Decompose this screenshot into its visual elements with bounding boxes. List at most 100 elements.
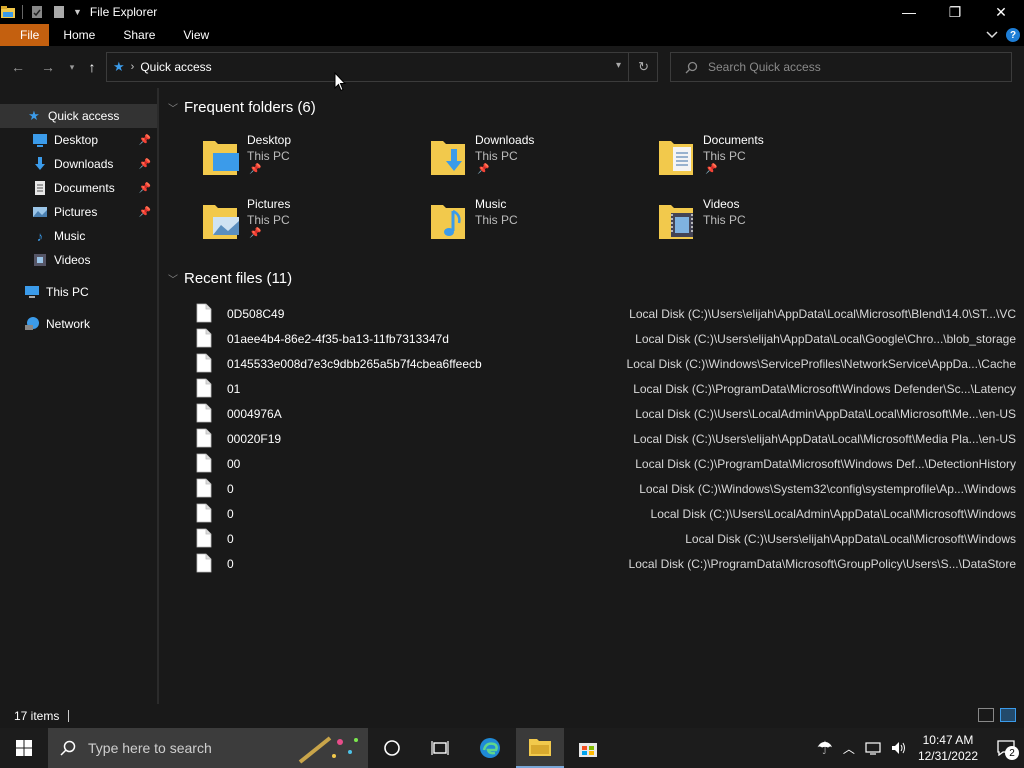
pin-icon: 📌: [249, 228, 262, 239]
desktop-icon: [33, 134, 47, 147]
collapse-chevron-icon[interactable]: ﹀: [168, 100, 178, 115]
videos-folder-icon: [659, 205, 693, 239]
sidebar-item-pictures[interactable]: Pictures 📌: [0, 200, 157, 224]
forward-arrow-icon[interactable]: →: [40, 59, 56, 75]
file-path: Local Disk (C:)\Users\elijah\AppData\Loc…: [685, 532, 1016, 546]
file-path: Local Disk (C:)\Users\elijah\AppData\Loc…: [635, 332, 1016, 346]
microsoft-store-button[interactable]: [564, 728, 612, 768]
picture-icon: [33, 207, 47, 217]
recent-file-row[interactable]: 0 Local Disk (C:)\Windows\System32\config…: [196, 476, 1016, 501]
weather-rain-icon[interactable]: ☂: [817, 738, 833, 759]
volume-icon[interactable]: [891, 741, 907, 755]
file-icon: [196, 428, 212, 448]
network-wired-icon[interactable]: [865, 741, 881, 755]
recent-file-row[interactable]: 0 Local Disk (C:)\Users\LocalAdmin\AppDat…: [196, 501, 1016, 526]
edge-browser-button[interactable]: [466, 728, 514, 768]
folder-tile-music[interactable]: Music This PC: [429, 197, 649, 247]
pin-icon[interactable]: 📌: [139, 159, 151, 170]
tab-file[interactable]: File: [0, 24, 50, 46]
large-icons-view-icon[interactable]: [1000, 708, 1016, 722]
expand-ribbon-icon[interactable]: [986, 31, 998, 39]
folder-tile-documents[interactable]: Documents This PC 📌: [657, 133, 877, 183]
recent-file-row[interactable]: 0145533e008d7e3c9dbb265a5b7f4cbea6ffeecb…: [196, 351, 1016, 376]
recent-files-header[interactable]: ﹀ Recent files (11): [168, 270, 292, 287]
sidebar-item-downloads[interactable]: Downloads 📌: [0, 152, 157, 176]
minimize-button[interactable]: —: [886, 0, 932, 24]
properties-icon[interactable]: [29, 4, 45, 20]
sidebar-item-label: Desktop: [54, 133, 99, 147]
folder-location: This PC: [475, 213, 518, 227]
task-view-button[interactable]: [416, 728, 464, 768]
sidebar-item-quick-access[interactable]: ★ Quick access: [0, 104, 157, 128]
recent-file-row[interactable]: 01aee4b4-86e2-4f35-ba13-11fb7313347d Loca…: [196, 326, 1016, 351]
close-button[interactable]: ✕: [978, 0, 1024, 24]
restore-button[interactable]: ❐: [932, 0, 978, 24]
sidebar-item-documents[interactable]: Documents 📌: [0, 176, 157, 200]
address-bar[interactable]: ★ › Quick access ▾ ↻: [106, 52, 658, 82]
taskbar-search-box[interactable]: Type here to search: [48, 728, 368, 768]
folder-tile-videos[interactable]: Videos This PC: [657, 197, 877, 247]
recent-file-row[interactable]: 0 Local Disk (C:)\ProgramData\Microsoft\G…: [196, 551, 1016, 576]
tab-share[interactable]: Share: [109, 24, 169, 46]
pin-icon[interactable]: 📌: [139, 207, 151, 218]
file-name: 00: [227, 457, 241, 471]
task-view-icon: [431, 741, 449, 755]
group-header-label: Recent files (11): [184, 270, 293, 287]
breadcrumb-chevron-icon[interactable]: ›: [131, 61, 135, 73]
toolbar-separator: [22, 5, 23, 19]
file-explorer-taskbar-button[interactable]: [516, 728, 564, 768]
address-path[interactable]: Quick access: [140, 60, 211, 74]
folder-tile-pictures[interactable]: Pictures This PC 📌: [201, 197, 421, 247]
recent-file-row[interactable]: 0D508C49 Local Disk (C:)\Users\elijah\App…: [196, 301, 1016, 326]
details-view-icon[interactable]: [978, 708, 994, 722]
pane-splitter[interactable]: [157, 88, 159, 704]
back-arrow-icon[interactable]: ←: [10, 59, 26, 75]
sidebar-item-desktop[interactable]: Desktop 📌: [0, 128, 157, 152]
recent-file-row[interactable]: 0 Local Disk (C:)\Users\elijah\AppData\Lo…: [196, 526, 1016, 551]
tab-view[interactable]: View: [169, 24, 223, 46]
notification-count-badge: 2: [1005, 746, 1019, 760]
item-count: 17 items: [14, 709, 60, 723]
pin-icon[interactable]: 📌: [139, 183, 151, 194]
frequent-folders-header[interactable]: ﹀ Frequent folders (6): [168, 99, 316, 116]
recent-file-row[interactable]: 01 Local Disk (C:)\ProgramData\Microsoft\…: [196, 376, 1016, 401]
address-dropdown-icon[interactable]: ▾: [616, 60, 621, 71]
recent-file-row[interactable]: 00020F19 Local Disk (C:)\Users\elijah\App…: [196, 426, 1016, 451]
file-explorer-icon[interactable]: [0, 4, 16, 20]
folder-tile-downloads[interactable]: Downloads This PC 📌: [429, 133, 649, 183]
sidebar-item-network[interactable]: Network: [0, 312, 157, 336]
file-path: Local Disk (C:)\Users\elijah\AppData\Loc…: [633, 432, 1016, 446]
network-icon: [25, 317, 39, 330]
search-box[interactable]: [670, 52, 1012, 82]
recent-file-row[interactable]: 0004976A Local Disk (C:)\Users\LocalAdmin…: [196, 401, 1016, 426]
recent-file-row[interactable]: 00 Local Disk (C:)\ProgramData\Microsoft\…: [196, 451, 1016, 476]
collapse-chevron-icon[interactable]: ﹀: [168, 271, 178, 286]
folder-tile-desktop[interactable]: Desktop This PC 📌: [201, 133, 421, 183]
tab-home[interactable]: Home: [49, 24, 109, 46]
store-icon: [579, 743, 597, 757]
search-icon: [685, 61, 698, 73]
up-arrow-icon[interactable]: ↑: [84, 59, 100, 75]
taskbar: Type here to search ☂ ︿ 10:47 AM 12/31/2…: [0, 728, 1024, 768]
sidebar-item-music[interactable]: ♪ Music: [0, 224, 157, 248]
window-controls: — ❐ ✕: [886, 0, 1024, 24]
sidebar-item-videos[interactable]: Videos: [0, 248, 157, 272]
file-name: 01aee4b4-86e2-4f35-ba13-11fb7313347d: [227, 332, 449, 346]
sidebar-item-label: Quick access: [48, 109, 120, 123]
help-icon[interactable]: ?: [1006, 28, 1020, 42]
folder-name: Videos: [703, 197, 740, 211]
view-switcher: [978, 708, 1016, 722]
recent-locations-icon[interactable]: ▾: [64, 59, 80, 75]
customize-toolbar-dropdown-icon[interactable]: ▼: [73, 7, 82, 17]
system-tray: ☂ ︿ 10:47 AM 12/31/2022 2: [812, 728, 1024, 768]
search-input[interactable]: [708, 60, 988, 74]
pin-icon[interactable]: 📌: [139, 135, 151, 146]
new-folder-icon[interactable]: [51, 4, 67, 20]
sidebar-item-this-pc[interactable]: This PC: [0, 280, 157, 304]
task-view-cortana-button[interactable]: [368, 728, 416, 768]
clock[interactable]: 10:47 AM 12/31/2022: [918, 732, 978, 764]
notifications-button[interactable]: 2: [988, 728, 1024, 768]
refresh-icon[interactable]: ↻: [638, 59, 649, 75]
show-hidden-icons-chevron-icon[interactable]: ︿: [843, 740, 855, 757]
start-button[interactable]: [0, 728, 48, 768]
